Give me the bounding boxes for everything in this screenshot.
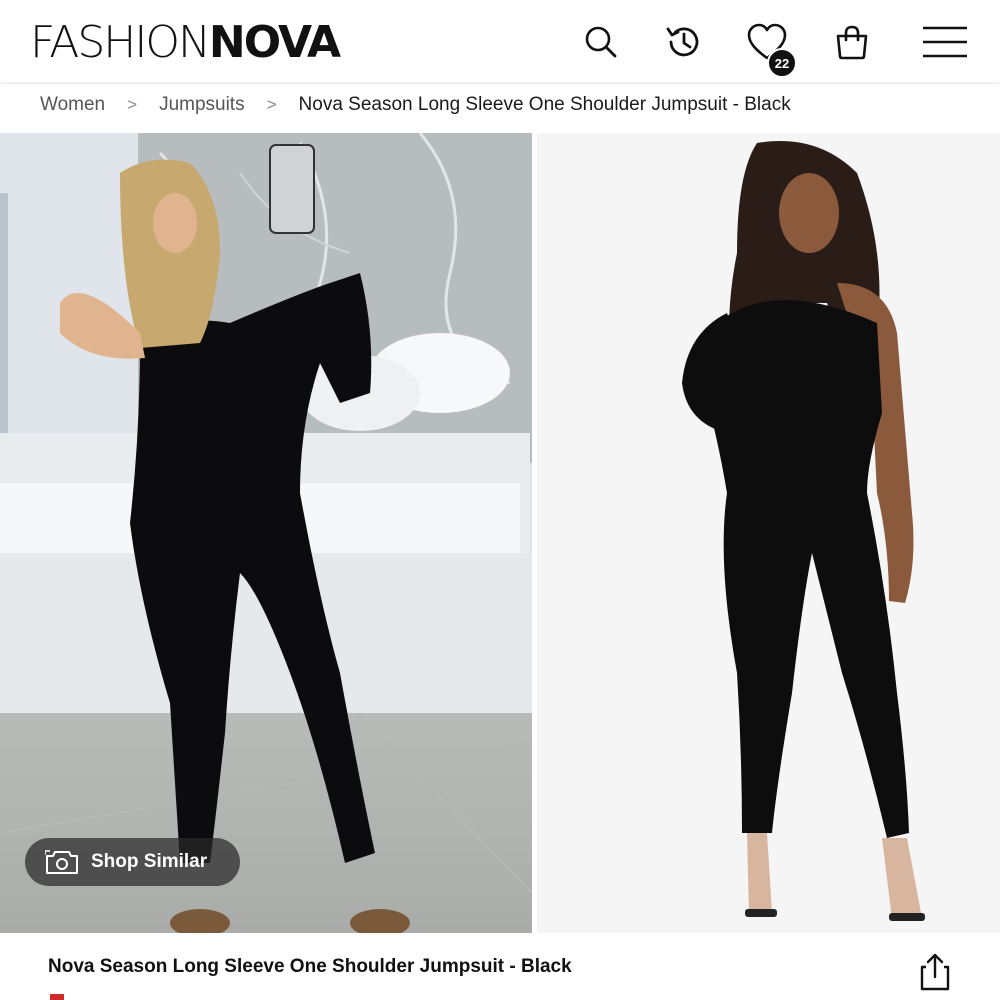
menu-icon: [923, 26, 967, 58]
history-icon: [666, 27, 699, 57]
fashion-nova-logo[interactable]: FASHION NOVA: [30, 17, 341, 68]
product-photo-lifestyle: [0, 133, 532, 933]
breadcrumb-link-jumpsuits[interactable]: Jumpsuits: [159, 94, 245, 116]
logo-text-nova: NOVA: [208, 17, 341, 68]
product-image-studio[interactable]: [537, 133, 1000, 933]
camera-icon: [45, 850, 78, 874]
product-photo-studio: [537, 133, 1000, 933]
product-title: Nova Season Long Sleeve One Shoulder Jum…: [48, 956, 572, 977]
price-text-partial: [50, 994, 64, 1000]
wishlist-count-badge: 22: [767, 48, 797, 78]
chevron-right-icon: >: [266, 95, 277, 114]
share-icon: [920, 953, 950, 991]
menu-button[interactable]: [922, 20, 968, 64]
history-button[interactable]: [662, 20, 706, 64]
breadcrumb-current: Nova Season Long Sleeve One Shoulder Jum…: [298, 94, 791, 115]
search-button[interactable]: [579, 20, 623, 64]
breadcrumb: Women > Jumpsuits > Nova Season Long Sle…: [40, 88, 791, 122]
share-button[interactable]: [918, 952, 952, 992]
shop-similar-label: Shop Similar: [91, 851, 208, 872]
search-icon: [585, 26, 617, 58]
wishlist-button[interactable]: 22: [745, 20, 797, 78]
shopping-bag-icon: [836, 25, 868, 60]
chevron-right-icon: >: [127, 95, 138, 114]
breadcrumb-link-women[interactable]: Women: [40, 94, 105, 116]
shop-similar-button[interactable]: Shop Similar: [25, 838, 240, 886]
site-header: FASHION NOVA 22: [0, 0, 1000, 82]
shopping-bag-button[interactable]: [830, 20, 874, 64]
product-image-lifestyle[interactable]: Shop Similar: [0, 133, 532, 933]
logo-text-fashion: FASHION: [30, 17, 211, 68]
